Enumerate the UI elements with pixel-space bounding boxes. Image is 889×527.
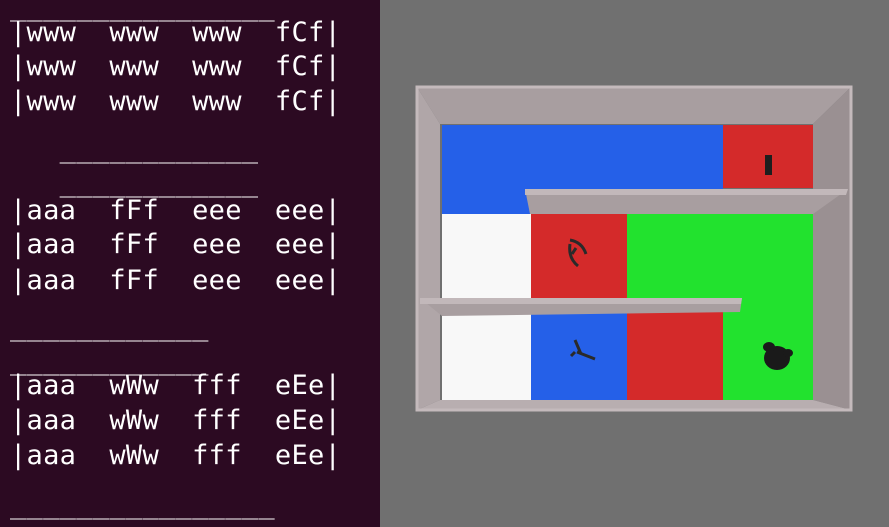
terminal-line: |aaa wWw fff eEe|: [10, 405, 342, 436]
game-viewport: [380, 0, 889, 527]
floor-white-bottom: [442, 311, 531, 400]
floor-white-mid: [442, 214, 531, 298]
terminal-line: |aaa fFf eee eee|: [10, 265, 342, 296]
terminal-line: ____________: [10, 133, 259, 164]
floor-red-bottom: [627, 311, 723, 400]
terminal-line: |www www www fCf|: [10, 51, 342, 82]
terminal-line: ____________: [10, 167, 259, 198]
partition-lower-edge: [420, 298, 742, 304]
terminal-line: |www www www fCf|: [10, 17, 342, 48]
terminal-line: |www www www fCf|: [10, 86, 342, 117]
wall-left: [417, 87, 440, 410]
floor-green-mid: [627, 214, 813, 298]
wall-right: [813, 87, 851, 410]
terminal-line: |aaa wWw fff eEe|: [10, 370, 342, 401]
floor-red-mid: [531, 214, 627, 298]
partition-upper-edge: [525, 189, 848, 195]
terminal-panel: ________________ |www www www fCf| |www …: [0, 0, 380, 527]
wall-top: [417, 87, 851, 124]
door-marker-icon: [765, 155, 772, 175]
floor-blue-bottom: [531, 311, 627, 400]
terminal-line: |aaa fFf eee eee|: [10, 229, 342, 260]
terminal-line: ____________: [10, 311, 209, 342]
terminal-line: |aaa fFf eee eee|: [10, 195, 342, 226]
terminal-line: ________________: [10, 489, 275, 520]
room-scene: [415, 85, 853, 412]
terminal-line: |aaa wWw fff eEe|: [10, 440, 342, 471]
